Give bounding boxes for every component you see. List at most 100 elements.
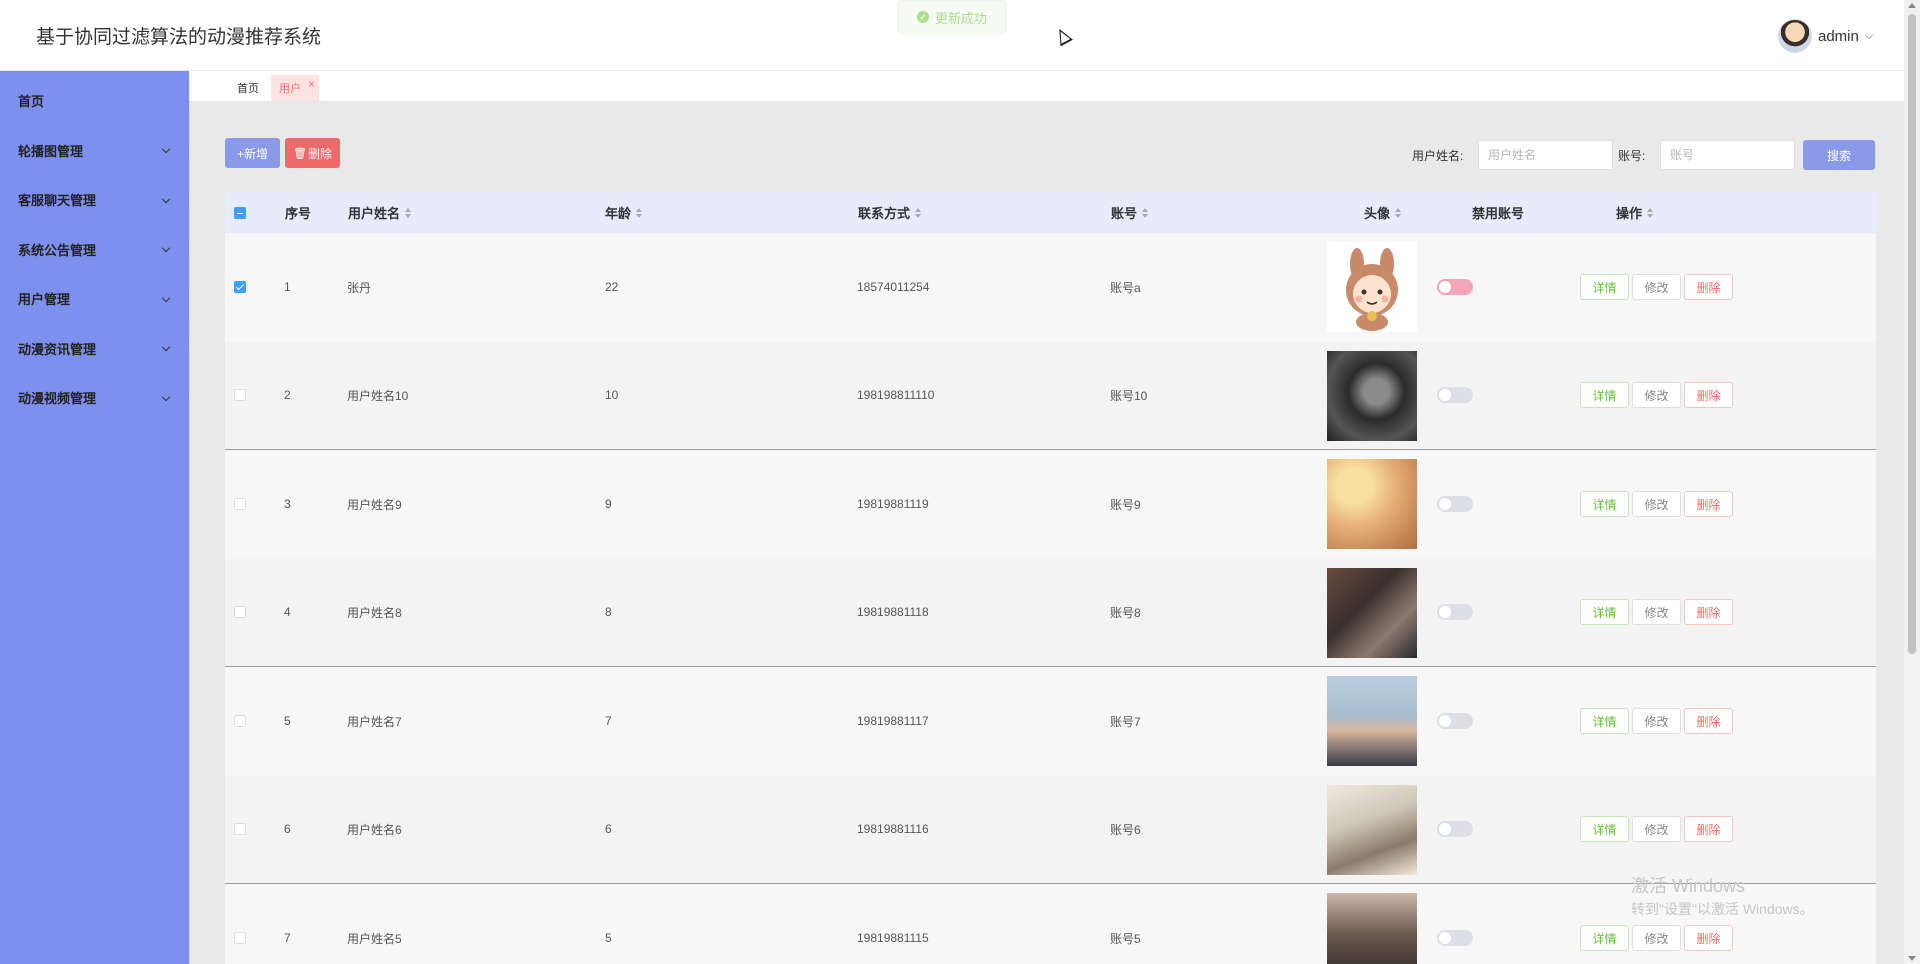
- user-photo[interactable]: [1327, 459, 1417, 549]
- edit-button[interactable]: 修改: [1632, 491, 1681, 518]
- user-photo[interactable]: [1327, 784, 1417, 875]
- row-delete-button[interactable]: 删除: [1684, 382, 1733, 409]
- chevron-down-icon[interactable]: [161, 392, 171, 402]
- table-row[interactable]: 6 用户姓名6 6 19819881116 账号6 详情 修改 删除: [225, 775, 1876, 884]
- row-delete-button[interactable]: 删除: [1684, 274, 1733, 301]
- chevron-down-icon[interactable]: [161, 293, 171, 303]
- row-delete-button[interactable]: 删除: [1684, 708, 1733, 735]
- detail-button[interactable]: 详情: [1580, 382, 1629, 409]
- header-phone[interactable]: 联系方式: [858, 192, 922, 233]
- disable-account-toggle[interactable]: [1437, 930, 1473, 947]
- header-photo-label[interactable]: 头像: [1364, 203, 1390, 222]
- disable-account-toggle[interactable]: [1437, 713, 1473, 730]
- disable-account-toggle[interactable]: [1437, 387, 1473, 404]
- tab-home-label[interactable]: 首页: [237, 80, 259, 96]
- user-photo[interactable]: [1327, 676, 1417, 766]
- tab-user-label[interactable]: 用户: [279, 80, 301, 96]
- scroll-up-icon[interactable]: [1908, 3, 1916, 8]
- sidebar-item-label[interactable]: 用户管理: [18, 289, 70, 308]
- detail-button[interactable]: 详情: [1580, 925, 1629, 952]
- detail-button[interactable]: 详情: [1580, 274, 1629, 301]
- sidebar-item-0[interactable]: 首页: [0, 76, 189, 126]
- header-name[interactable]: 用户姓名: [348, 192, 412, 233]
- header-photo[interactable]: 头像: [1364, 192, 1402, 233]
- header-age-label[interactable]: 年龄: [605, 203, 631, 222]
- sort-icon[interactable]: [636, 207, 643, 218]
- row-delete-button[interactable]: 删除: [1684, 816, 1733, 843]
- detail-button[interactable]: 详情: [1580, 708, 1629, 735]
- select-all-cell[interactable]: [234, 192, 246, 233]
- user-name[interactable]: admin: [1818, 28, 1859, 45]
- sort-icon[interactable]: [405, 207, 412, 218]
- sort-icon[interactable]: [1395, 207, 1402, 218]
- header-account-label[interactable]: 账号: [1111, 203, 1137, 222]
- name-search-input[interactable]: [1478, 140, 1613, 170]
- sidebar-item-3[interactable]: 系统公告管理: [0, 225, 189, 275]
- scroll-down-icon[interactable]: [1908, 956, 1916, 961]
- edit-button[interactable]: 修改: [1632, 599, 1681, 626]
- row-checkbox[interactable]: [234, 281, 246, 294]
- sidebar-item-label[interactable]: 系统公告管理: [18, 240, 96, 259]
- search-button[interactable]: 搜索: [1803, 140, 1875, 170]
- sidebar-item-label[interactable]: 轮播图管理: [18, 141, 83, 160]
- chevron-down-icon[interactable]: [161, 194, 171, 204]
- row-checkbox[interactable]: [234, 498, 246, 511]
- row-checkbox[interactable]: [234, 389, 246, 402]
- edit-button[interactable]: 修改: [1632, 708, 1681, 735]
- disable-account-toggle[interactable]: [1437, 821, 1473, 838]
- disable-account-toggle[interactable]: [1437, 604, 1473, 621]
- detail-button[interactable]: 详情: [1580, 816, 1629, 843]
- chevron-down-icon[interactable]: [161, 244, 171, 253]
- table-row[interactable]: 5 用户姓名7 7 19819881117 账号7 详情 修改 删除: [225, 667, 1876, 776]
- add-button[interactable]: +新增: [225, 138, 280, 168]
- sort-icon[interactable]: [915, 207, 922, 218]
- account-search-input[interactable]: [1660, 140, 1795, 170]
- table-row[interactable]: 3 用户姓名9 9 19819881119 账号9 详情 修改 删除: [225, 450, 1876, 559]
- user-photo[interactable]: [1327, 567, 1417, 658]
- sidebar-item-1[interactable]: 轮播图管理: [0, 126, 189, 176]
- tab-home[interactable]: 首页: [229, 75, 267, 101]
- row-delete-button[interactable]: 删除: [1684, 599, 1733, 626]
- row-checkbox[interactable]: [234, 823, 246, 836]
- detail-button[interactable]: 详情: [1580, 491, 1629, 518]
- header-age[interactable]: 年龄: [605, 192, 643, 233]
- header-phone-label[interactable]: 联系方式: [858, 203, 910, 222]
- edit-button[interactable]: 修改: [1632, 925, 1681, 952]
- row-delete-button[interactable]: 删除: [1684, 925, 1733, 952]
- edit-button[interactable]: 修改: [1632, 274, 1681, 301]
- delete-button-label[interactable]: 删除: [308, 145, 332, 162]
- table-row[interactable]: 1 张丹 22 18574011254 账号a 详情 修改 删除: [225, 233, 1876, 342]
- select-all-checkbox[interactable]: [234, 206, 246, 219]
- table-row[interactable]: 4 用户姓名8 8 19819881118 账号8 详情 修改 删除: [225, 558, 1876, 667]
- user-menu[interactable]: admin ⌵: [1778, 19, 1873, 53]
- table-row[interactable]: 7 用户姓名5 5 19819881115 账号5 详情 修改 删除: [225, 884, 1876, 964]
- close-icon[interactable]: ×: [308, 77, 315, 91]
- row-checkbox[interactable]: [234, 932, 246, 945]
- header-ops-label[interactable]: 操作: [1616, 203, 1642, 222]
- scroll-thumb[interactable]: [1908, 14, 1916, 654]
- page-scrollbar[interactable]: [1904, 0, 1920, 964]
- sidebar-item-label[interactable]: 动漫资讯管理: [18, 339, 96, 358]
- detail-button[interactable]: 详情: [1580, 599, 1629, 626]
- row-checkbox[interactable]: [234, 715, 246, 728]
- sidebar-item-2[interactable]: 客服聊天管理: [0, 175, 189, 225]
- sidebar-item-6[interactable]: 动漫视频管理: [0, 373, 189, 423]
- chevron-down-icon[interactable]: [161, 145, 171, 154]
- avatar[interactable]: [1778, 19, 1812, 53]
- sidebar-item-label[interactable]: 客服聊天管理: [18, 190, 96, 209]
- row-delete-button[interactable]: 删除: [1684, 491, 1733, 518]
- header-ops[interactable]: 操作: [1616, 192, 1654, 233]
- header-account[interactable]: 账号: [1111, 192, 1149, 233]
- disable-account-toggle[interactable]: [1437, 279, 1473, 296]
- sort-icon[interactable]: [1142, 207, 1149, 218]
- sidebar-item-4[interactable]: 用户管理: [0, 274, 189, 324]
- sidebar-item-label[interactable]: 首页: [18, 91, 44, 110]
- table-row[interactable]: 2 用户姓名10 10 198198811110 账号10 详情 修改 删除: [225, 341, 1876, 450]
- chevron-down-icon[interactable]: [161, 343, 171, 352]
- row-checkbox[interactable]: [234, 606, 246, 619]
- edit-button[interactable]: 修改: [1632, 816, 1681, 843]
- header-name-label[interactable]: 用户姓名: [348, 203, 400, 222]
- chevron-down-icon[interactable]: ⌵: [1865, 30, 1873, 43]
- delete-button[interactable]: 🗑 删除: [285, 138, 340, 168]
- sidebar-item-label[interactable]: 动漫视频管理: [18, 388, 96, 407]
